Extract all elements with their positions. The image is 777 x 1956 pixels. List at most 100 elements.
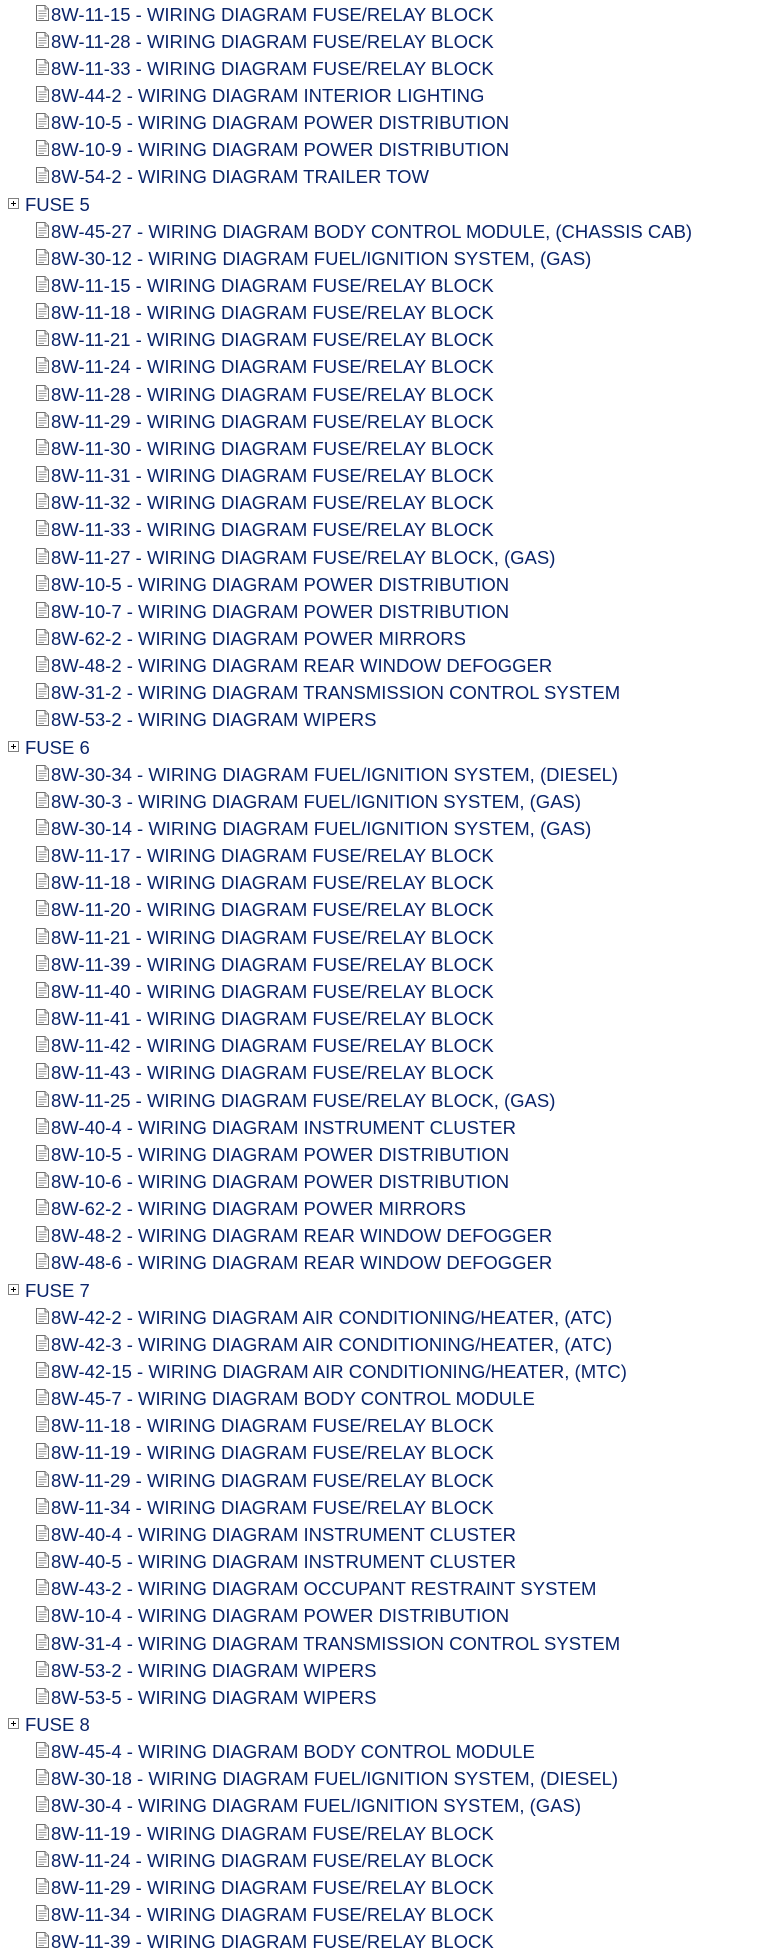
tree-item[interactable]: 8W-30-18 - WIRING DIAGRAM FUEL/IGNITION …	[36, 1766, 618, 1793]
tree-item[interactable]: 8W-11-20 - WIRING DIAGRAM FUSE/RELAY BLO…	[36, 897, 494, 924]
tree-item[interactable]: 8W-11-34 - WIRING DIAGRAM FUSE/RELAY BLO…	[36, 1902, 494, 1929]
item-label: 8W-30-18 - WIRING DIAGRAM FUEL/IGNITION …	[51, 1768, 619, 1790]
tree-item[interactable]: 8W-62-2 - WIRING DIAGRAM POWER MIRRORS	[36, 625, 466, 652]
document-icon	[36, 113, 49, 130]
tree-item[interactable]: 8W-11-21 - WIRING DIAGRAM FUSE/RELAY BLO…	[36, 924, 494, 951]
tree-item[interactable]: 8W-11-42 - WIRING DIAGRAM FUSE/RELAY BLO…	[36, 1033, 494, 1060]
tree-item[interactable]: 8W-10-4 - WIRING DIAGRAM POWER DISTRIBUT…	[36, 1603, 509, 1630]
item-label: 8W-40-4 - WIRING DIAGRAM INSTRUMENT CLUS…	[51, 1523, 516, 1545]
tree-item[interactable]: 8W-10-6 - WIRING DIAGRAM POWER DISTRIBUT…	[36, 1168, 509, 1195]
tree-item[interactable]: 8W-11-25 - WIRING DIAGRAM FUSE/RELAY BLO…	[36, 1087, 555, 1114]
tree-item[interactable]: 8W-45-4 - WIRING DIAGRAM BODY CONTROL MO…	[36, 1739, 535, 1766]
tree-item[interactable]: 8W-11-31 - WIRING DIAGRAM FUSE/RELAY BLO…	[36, 463, 494, 490]
tree-item[interactable]: 8W-30-12 - WIRING DIAGRAM FUEL/IGNITION …	[36, 245, 591, 272]
tree-item[interactable]: 8W-45-7 - WIRING DIAGRAM BODY CONTROL MO…	[36, 1386, 535, 1413]
expand-icon[interactable]	[8, 198, 19, 210]
tree-item[interactable]: 8W-11-15 - WIRING DIAGRAM FUSE/RELAY BLO…	[36, 1, 494, 28]
item-label: 8W-11-17 - WIRING DIAGRAM FUSE/RELAY BLO…	[51, 845, 494, 867]
tree-item[interactable]: 8W-42-2 - WIRING DIAGRAM AIR CONDITIONIN…	[36, 1304, 612, 1331]
tree-item[interactable]: 8W-31-2 - WIRING DIAGRAM TRANSMISSION CO…	[36, 680, 620, 707]
expand-icon[interactable]	[8, 1718, 19, 1730]
document-icon	[36, 140, 49, 157]
item-label: 8W-11-29 - WIRING DIAGRAM FUSE/RELAY BLO…	[51, 1469, 494, 1491]
tree-item[interactable]: 8W-11-19 - WIRING DIAGRAM FUSE/RELAY BLO…	[36, 1820, 494, 1847]
tree-item[interactable]: 8W-11-41 - WIRING DIAGRAM FUSE/RELAY BLO…	[36, 1006, 494, 1033]
tree-item[interactable]: 8W-10-5 - WIRING DIAGRAM POWER DISTRIBUT…	[36, 571, 509, 598]
tree-group[interactable]: FUSE 7	[8, 1277, 90, 1304]
item-label: 8W-11-18 - WIRING DIAGRAM FUSE/RELAY BLO…	[51, 872, 494, 894]
tree-group[interactable]: FUSE 5	[8, 191, 90, 218]
tree-item[interactable]: 8W-11-29 - WIRING DIAGRAM FUSE/RELAY BLO…	[36, 1467, 494, 1494]
tree-item[interactable]: 8W-11-29 - WIRING DIAGRAM FUSE/RELAY BLO…	[36, 408, 494, 435]
item-label: 8W-54-2 - WIRING DIAGRAM TRAILER TOW	[51, 166, 429, 188]
tree-item[interactable]: 8W-42-15 - WIRING DIAGRAM AIR CONDITIONI…	[36, 1359, 627, 1386]
tree-item[interactable]: 8W-30-4 - WIRING DIAGRAM FUEL/IGNITION S…	[36, 1793, 581, 1820]
tree-item[interactable]: 8W-40-5 - WIRING DIAGRAM INSTRUMENT CLUS…	[36, 1549, 516, 1576]
tree-item[interactable]: 8W-11-43 - WIRING DIAGRAM FUSE/RELAY BLO…	[36, 1060, 494, 1087]
tree-item[interactable]: 8W-11-34 - WIRING DIAGRAM FUSE/RELAY BLO…	[36, 1494, 494, 1521]
item-label: 8W-11-21 - WIRING DIAGRAM FUSE/RELAY BLO…	[51, 329, 494, 351]
tree-item[interactable]: 8W-11-19 - WIRING DIAGRAM FUSE/RELAY BLO…	[36, 1440, 494, 1467]
tree-item[interactable]: 8W-10-9 - WIRING DIAGRAM POWER DISTRIBUT…	[36, 137, 509, 164]
tree-item[interactable]: 8W-11-24 - WIRING DIAGRAM FUSE/RELAY BLO…	[36, 354, 494, 381]
tree-item[interactable]: 8W-62-2 - WIRING DIAGRAM POWER MIRRORS	[36, 1196, 466, 1223]
item-label: 8W-11-43 - WIRING DIAGRAM FUSE/RELAY BLO…	[51, 1062, 494, 1084]
tree-item[interactable]: 8W-11-17 - WIRING DIAGRAM FUSE/RELAY BLO…	[36, 843, 494, 870]
item-label: 8W-11-19 - WIRING DIAGRAM FUSE/RELAY BLO…	[51, 1822, 494, 1844]
tree-item[interactable]: 8W-44-2 - WIRING DIAGRAM INTERIOR LIGHTI…	[36, 82, 484, 109]
tree-group[interactable]: FUSE 6	[8, 734, 90, 761]
tree-item[interactable]: 8W-11-39 - WIRING DIAGRAM FUSE/RELAY BLO…	[36, 951, 494, 978]
document-icon	[36, 1199, 49, 1216]
tree-item[interactable]: 8W-11-27 - WIRING DIAGRAM FUSE/RELAY BLO…	[36, 544, 555, 571]
item-label: 8W-11-15 - WIRING DIAGRAM FUSE/RELAY BLO…	[51, 3, 494, 25]
expand-icon[interactable]	[8, 741, 19, 753]
tree-item[interactable]: 8W-48-2 - WIRING DIAGRAM REAR WINDOW DEF…	[36, 1223, 552, 1250]
item-label: 8W-11-29 - WIRING DIAGRAM FUSE/RELAY BLO…	[51, 1876, 494, 1898]
tree-item[interactable]: 8W-11-18 - WIRING DIAGRAM FUSE/RELAY BLO…	[36, 870, 494, 897]
tree-item[interactable]: 8W-53-5 - WIRING DIAGRAM WIPERS	[36, 1684, 377, 1711]
tree-item[interactable]: 8W-42-3 - WIRING DIAGRAM AIR CONDITIONIN…	[36, 1331, 612, 1358]
tree-item[interactable]: 8W-40-4 - WIRING DIAGRAM INSTRUMENT CLUS…	[36, 1114, 516, 1141]
tree-item[interactable]: 8W-40-4 - WIRING DIAGRAM INSTRUMENT CLUS…	[36, 1521, 516, 1548]
tree-item[interactable]: 8W-30-3 - WIRING DIAGRAM FUEL/IGNITION S…	[36, 788, 581, 815]
tree-item[interactable]: 8W-53-2 - WIRING DIAGRAM WIPERS	[36, 707, 377, 734]
tree-item[interactable]: 8W-11-33 - WIRING DIAGRAM FUSE/RELAY BLO…	[36, 55, 494, 82]
tree-item[interactable]: 8W-11-18 - WIRING DIAGRAM FUSE/RELAY BLO…	[36, 1413, 494, 1440]
expand-icon[interactable]	[8, 1284, 19, 1296]
tree-item[interactable]: 8W-11-33 - WIRING DIAGRAM FUSE/RELAY BLO…	[36, 517, 494, 544]
tree-item[interactable]: 8W-11-29 - WIRING DIAGRAM FUSE/RELAY BLO…	[36, 1874, 494, 1901]
tree-item[interactable]: 8W-45-27 - WIRING DIAGRAM BODY CONTROL M…	[36, 218, 692, 245]
document-icon	[36, 1144, 49, 1161]
document-icon	[36, 4, 49, 21]
tree-item[interactable]: 8W-11-15 - WIRING DIAGRAM FUSE/RELAY BLO…	[36, 273, 494, 300]
tree-item[interactable]: 8W-11-30 - WIRING DIAGRAM FUSE/RELAY BLO…	[36, 435, 494, 462]
tree-item[interactable]: 8W-54-2 - WIRING DIAGRAM TRAILER TOW	[36, 164, 429, 191]
item-label: 8W-44-2 - WIRING DIAGRAM INTERIOR LIGHTI…	[51, 84, 485, 106]
document-icon	[36, 1171, 49, 1188]
tree-item[interactable]: 8W-30-14 - WIRING DIAGRAM FUEL/IGNITION …	[36, 816, 591, 843]
document-icon	[36, 1524, 49, 1541]
tree-item[interactable]: 8W-11-18 - WIRING DIAGRAM FUSE/RELAY BLO…	[36, 300, 494, 327]
tree-item[interactable]: 8W-10-7 - WIRING DIAGRAM POWER DISTRIBUT…	[36, 598, 509, 625]
tree-item[interactable]: 8W-30-34 - WIRING DIAGRAM FUEL/IGNITION …	[36, 761, 618, 788]
item-label: 8W-11-18 - WIRING DIAGRAM FUSE/RELAY BLO…	[51, 1415, 494, 1437]
document-icon	[36, 656, 49, 673]
tree-group[interactable]: FUSE 8	[8, 1711, 90, 1738]
group-label: FUSE 6	[25, 736, 90, 758]
tree-item[interactable]: 8W-10-5 - WIRING DIAGRAM POWER DISTRIBUT…	[36, 110, 509, 137]
tree-item[interactable]: 8W-11-32 - WIRING DIAGRAM FUSE/RELAY BLO…	[36, 490, 494, 517]
tree-item[interactable]: 8W-11-21 - WIRING DIAGRAM FUSE/RELAY BLO…	[36, 327, 494, 354]
tree-item[interactable]: 8W-48-6 - WIRING DIAGRAM REAR WINDOW DEF…	[36, 1250, 552, 1277]
document-icon	[36, 303, 49, 320]
document-icon	[36, 791, 49, 808]
tree-item[interactable]: 8W-11-28 - WIRING DIAGRAM FUSE/RELAY BLO…	[36, 28, 494, 55]
tree-item[interactable]: 8W-43-2 - WIRING DIAGRAM OCCUPANT RESTRA…	[36, 1576, 596, 1603]
tree-item[interactable]: 8W-10-5 - WIRING DIAGRAM POWER DISTRIBUT…	[36, 1141, 509, 1168]
tree-item[interactable]: 8W-11-28 - WIRING DIAGRAM FUSE/RELAY BLO…	[36, 381, 494, 408]
tree-item[interactable]: 8W-11-40 - WIRING DIAGRAM FUSE/RELAY BLO…	[36, 978, 494, 1005]
tree-item[interactable]: 8W-53-2 - WIRING DIAGRAM WIPERS	[36, 1657, 377, 1684]
tree-item[interactable]: 8W-11-24 - WIRING DIAGRAM FUSE/RELAY BLO…	[36, 1847, 494, 1874]
tree-item[interactable]: 8W-48-2 - WIRING DIAGRAM REAR WINDOW DEF…	[36, 653, 552, 680]
tree-item[interactable]: 8W-11-39 - WIRING DIAGRAM FUSE/RELAY BLO…	[36, 1929, 494, 1956]
tree-item[interactable]: 8W-31-4 - WIRING DIAGRAM TRANSMISSION CO…	[36, 1630, 620, 1657]
